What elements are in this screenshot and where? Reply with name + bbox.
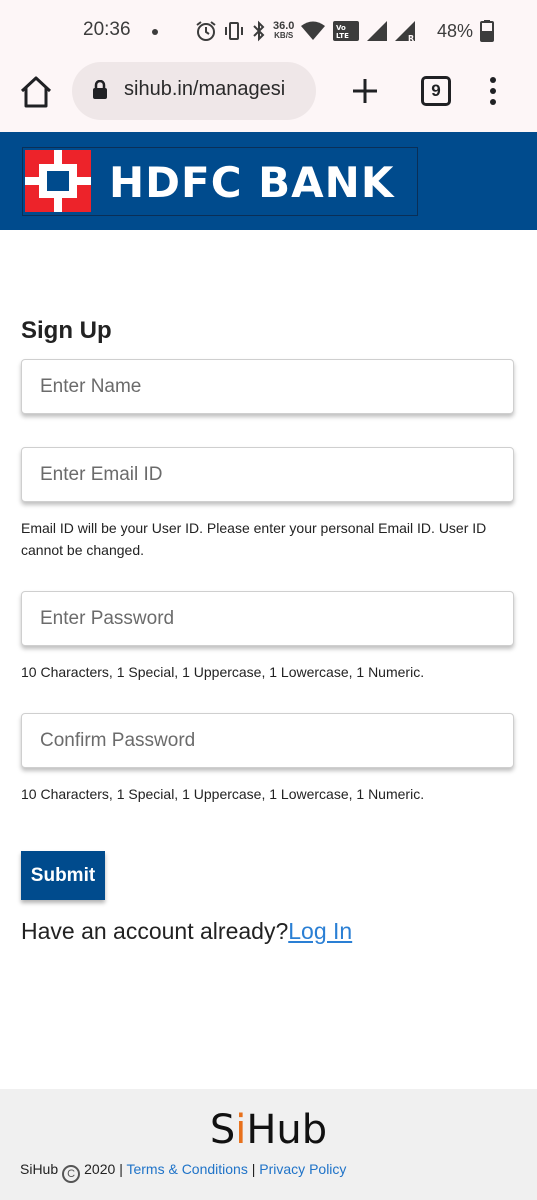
password-field-container bbox=[21, 591, 514, 646]
tab-switcher-button[interactable]: 9 bbox=[421, 76, 451, 106]
bank-name: HDFC BANK bbox=[109, 158, 395, 207]
footer-year: 2020 bbox=[84, 1161, 116, 1177]
svg-text:Vo: Vo bbox=[336, 24, 346, 32]
logo-letter-s: S bbox=[209, 1107, 236, 1153]
bank-header: HDFC BANK bbox=[0, 132, 537, 230]
login-prompt: Have an account already? bbox=[21, 918, 289, 944]
password-input[interactable] bbox=[22, 592, 513, 645]
name-input[interactable] bbox=[22, 360, 513, 413]
footer-copyright-line: SiHub C 2020 | Terms & Conditions | Privac… bbox=[20, 1161, 346, 1183]
network-speed-value: 36.0 bbox=[273, 20, 295, 32]
footer-owner: SiHub bbox=[20, 1161, 59, 1177]
logo-rest: Hub bbox=[246, 1107, 328, 1153]
browser-toolbar: sihub.in/managesi 9 bbox=[0, 62, 537, 132]
confirm-password-input[interactable] bbox=[22, 714, 513, 767]
email-input[interactable] bbox=[22, 448, 513, 501]
password-hint: 10 Characters, 1 Special, 1 Uppercase, 1… bbox=[21, 664, 425, 680]
battery-percent: 48% bbox=[437, 21, 474, 41]
sihub-logo: SiHub bbox=[0, 1107, 537, 1153]
confirm-password-hint: 10 Characters, 1 Special, 1 Uppercase, 1… bbox=[21, 786, 425, 802]
status-icons: 36.0 KB/S Vo LTE R bbox=[195, 17, 416, 45]
wifi-icon bbox=[301, 21, 326, 40]
email-hint: Email ID will be your User ID. Please en… bbox=[21, 520, 487, 558]
footer-separator: | bbox=[119, 1161, 123, 1177]
footer-separator: | bbox=[251, 1161, 256, 1177]
terms-link[interactable]: Terms & Conditions bbox=[126, 1161, 247, 1177]
bluetooth-icon bbox=[253, 20, 265, 42]
submit-button[interactable]: Submit bbox=[21, 851, 105, 900]
logo-letter-i: i bbox=[235, 1107, 247, 1153]
notification-dot-icon bbox=[152, 29, 158, 35]
page-title: Sign Up bbox=[21, 317, 112, 344]
privacy-link[interactable]: Privacy Policy bbox=[259, 1161, 346, 1177]
volte-icon: Vo LTE bbox=[333, 21, 360, 41]
svg-text:R: R bbox=[408, 34, 414, 42]
login-link[interactable]: Log In bbox=[288, 918, 352, 944]
svg-text:LTE: LTE bbox=[336, 32, 349, 40]
url-text: sihub.in/managesi bbox=[124, 78, 286, 100]
name-field-container bbox=[21, 359, 514, 414]
home-icon[interactable] bbox=[18, 74, 54, 110]
alarm-icon bbox=[196, 21, 216, 41]
lock-icon bbox=[93, 80, 107, 99]
network-speed: 36.0 KB/S bbox=[273, 20, 295, 41]
status-time: 20:36 bbox=[83, 19, 131, 40]
more-menu-icon[interactable] bbox=[486, 76, 500, 106]
address-bar[interactable]: sihub.in/managesi bbox=[72, 62, 316, 120]
email-field-container bbox=[21, 447, 514, 502]
vibrate-icon bbox=[225, 22, 243, 40]
network-speed-unit: KB/S bbox=[274, 31, 294, 40]
copyright-icon: C bbox=[62, 1165, 81, 1183]
footer: SiHub SiHub C 2020 | Terms & Conditions | … bbox=[0, 1089, 537, 1200]
battery-icon bbox=[480, 20, 494, 42]
bank-logo: HDFC BANK bbox=[22, 147, 418, 216]
new-tab-icon[interactable] bbox=[350, 76, 380, 106]
signal-roaming-icon: R bbox=[395, 21, 416, 42]
signal-icon bbox=[367, 21, 388, 41]
hdfc-emblem-icon bbox=[25, 150, 91, 212]
confirm-password-field-container bbox=[21, 713, 514, 768]
login-prompt-line: Have an account already?Log In bbox=[21, 918, 352, 945]
status-bar: 20:36 36.0 KB/S Vo LTE R 48% bbox=[0, 0, 537, 62]
